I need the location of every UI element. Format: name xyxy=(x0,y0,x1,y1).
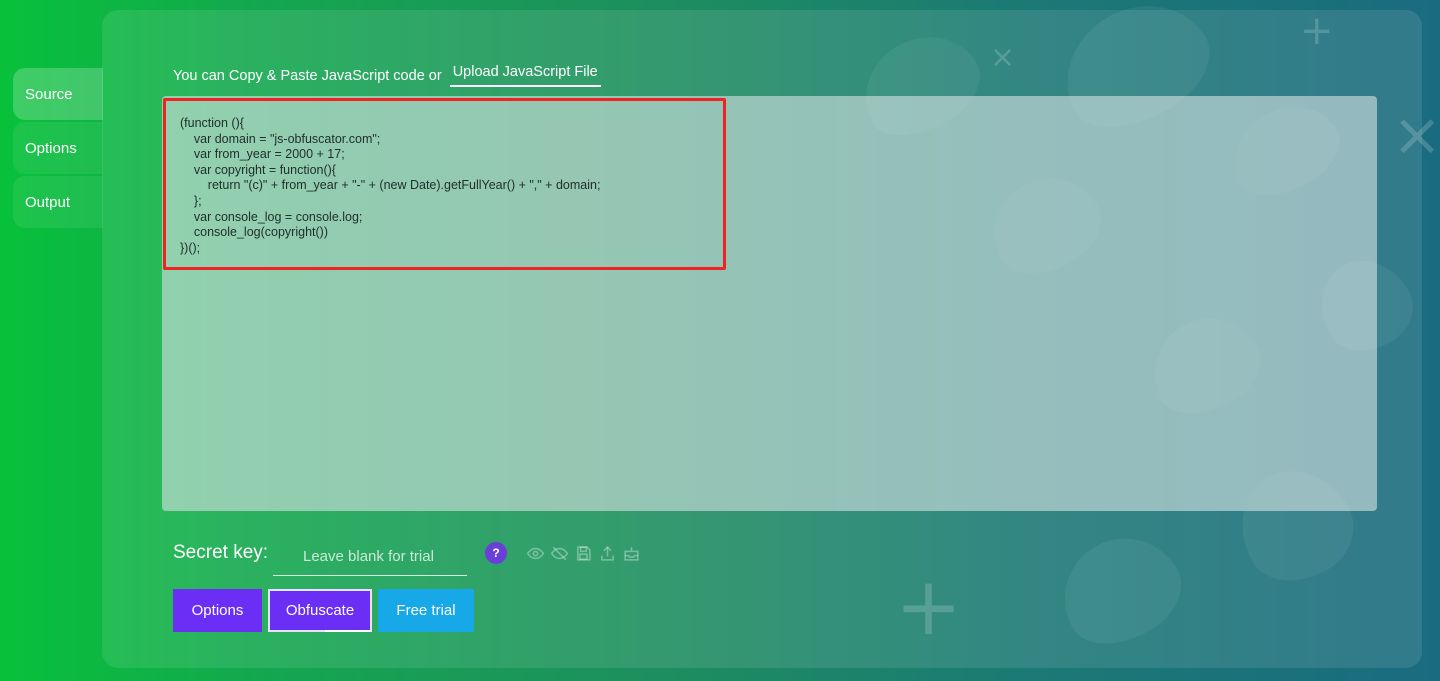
obfuscate-focus-underline xyxy=(325,630,370,632)
eye-icon[interactable] xyxy=(525,543,545,563)
help-icon[interactable]: ? xyxy=(485,542,507,564)
tab-source[interactable]: Source xyxy=(13,68,103,120)
options-button[interactable]: Options xyxy=(173,589,262,632)
obfuscate-button-label: Obfuscate xyxy=(285,602,355,619)
tab-output[interactable]: Output xyxy=(13,176,103,228)
side-tabs: Source Options Output xyxy=(13,68,103,230)
free-trial-button[interactable]: Free trial xyxy=(378,589,474,632)
tab-options-label: Options xyxy=(25,139,77,157)
upload-file-link[interactable]: Upload JavaScript File xyxy=(449,64,601,87)
save-icon[interactable] xyxy=(573,543,593,563)
intro-line: You can Copy & Paste JavaScript code or … xyxy=(173,64,601,87)
obfuscate-button[interactable]: Obfuscate xyxy=(268,589,372,632)
tab-source-label: Source xyxy=(25,85,73,103)
upload-icon[interactable] xyxy=(597,543,617,563)
secret-key-label: Secret key: xyxy=(173,542,269,563)
eye-off-icon[interactable] xyxy=(549,543,569,563)
inbox-icon[interactable] xyxy=(621,543,641,563)
code-highlight-box xyxy=(163,98,726,270)
tab-output-label: Output xyxy=(25,193,71,211)
secret-key-input[interactable] xyxy=(273,538,467,576)
tool-icons xyxy=(525,543,641,563)
intro-text: You can Copy & Paste JavaScript code or xyxy=(173,67,442,84)
tab-options[interactable]: Options xyxy=(13,122,103,174)
